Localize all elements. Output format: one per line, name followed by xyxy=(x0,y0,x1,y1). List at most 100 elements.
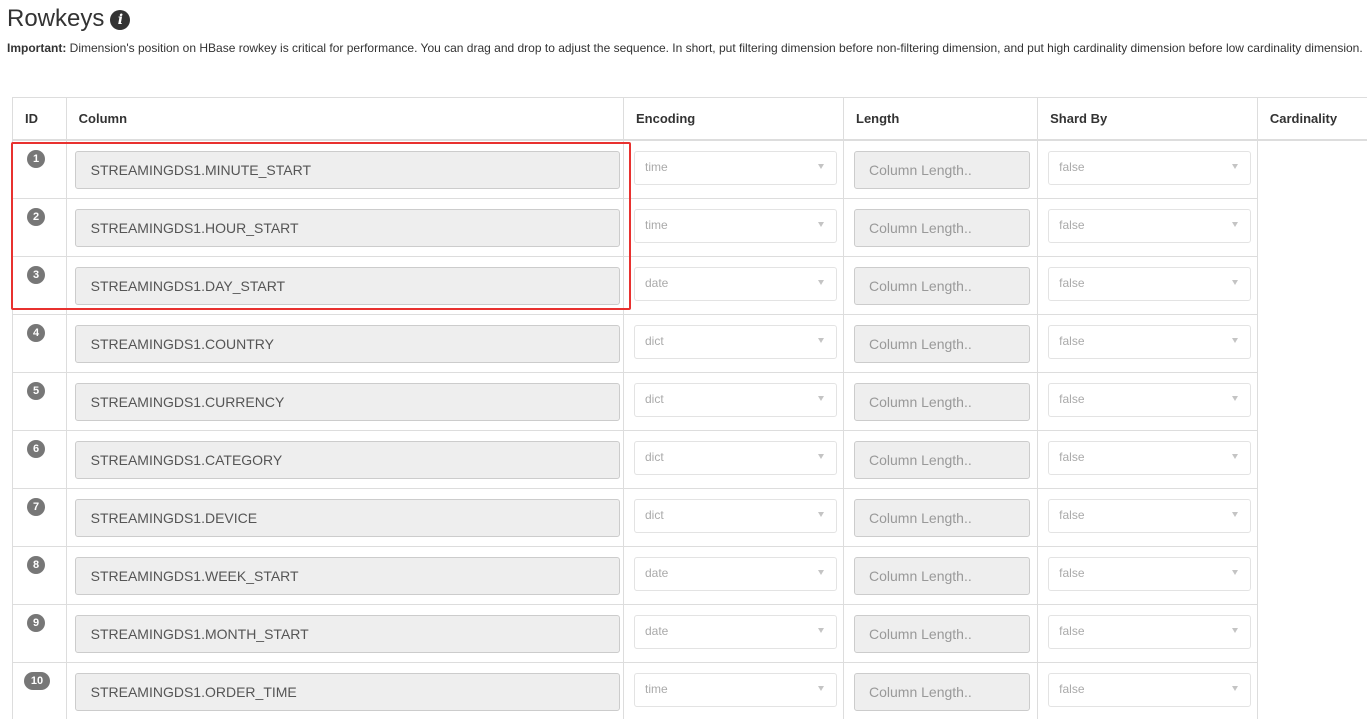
chevron-down-icon xyxy=(817,686,824,691)
column-length-input[interactable]: Column Length.. xyxy=(854,151,1030,189)
chevron-down-icon xyxy=(817,628,824,633)
column-name-field[interactable]: STREAMINGDS1.CURRENCY xyxy=(74,383,620,421)
cardinality-cell xyxy=(1256,546,1367,605)
shard-by-value: false xyxy=(1059,160,1085,174)
column-name-field[interactable]: STREAMINGDS1.COUNTRY xyxy=(74,325,620,363)
chevron-down-icon xyxy=(817,338,824,343)
column-name-field[interactable]: STREAMINGDS1.CATEGORY xyxy=(74,441,620,479)
column-length-input[interactable]: Column Length.. xyxy=(854,325,1030,363)
length-cell: Column Length.. xyxy=(842,430,1038,489)
row-id-badge: 7 xyxy=(27,498,45,516)
column-name-field[interactable]: STREAMINGDS1.ORDER_TIME xyxy=(74,673,620,711)
column-name-field[interactable]: STREAMINGDS1.DEVICE xyxy=(74,499,620,537)
encoding-cell: dict xyxy=(622,314,844,373)
length-cell: Column Length.. xyxy=(842,372,1038,431)
column-name-field[interactable]: STREAMINGDS1.MINUTE_START xyxy=(74,151,620,189)
encoding-select[interactable]: time xyxy=(633,209,837,243)
encoding-select[interactable]: date xyxy=(633,557,837,591)
row-id-badge: 2 xyxy=(27,208,45,226)
shard-by-value: false xyxy=(1059,682,1085,696)
chevron-down-icon xyxy=(817,454,824,459)
id-cell: 2 xyxy=(12,198,67,257)
encoding-cell: time xyxy=(622,662,844,719)
id-cell: 6 xyxy=(12,430,67,489)
column-name-field[interactable]: STREAMINGDS1.MONTH_START xyxy=(74,615,620,653)
table-row[interactable]: 10 STREAMINGDS1.ORDER_TIME time Column Leng… xyxy=(12,662,1367,719)
length-cell: Column Length.. xyxy=(842,604,1038,663)
cardinality-cell xyxy=(1256,314,1367,373)
shard-by-select[interactable]: false xyxy=(1048,267,1252,301)
shard-by-select[interactable]: false xyxy=(1048,673,1252,707)
id-cell: 3 xyxy=(12,256,67,315)
column-length-input[interactable]: Column Length.. xyxy=(854,267,1030,305)
encoding-select[interactable]: dict xyxy=(633,325,837,359)
shard-by-value: false xyxy=(1059,218,1085,232)
shard-by-cell: false xyxy=(1037,430,1258,489)
column-length-input[interactable]: Column Length.. xyxy=(854,557,1030,595)
shard-by-value: false xyxy=(1059,566,1085,580)
encoding-select[interactable]: time xyxy=(633,673,837,707)
encoding-value: time xyxy=(644,160,668,174)
table-row[interactable]: 3 STREAMINGDS1.DAY_START date Column Length… xyxy=(12,256,1367,315)
row-id-badge: 10 xyxy=(24,672,50,690)
shard-by-select[interactable]: false xyxy=(1048,325,1252,359)
table-row[interactable]: 7 STREAMINGDS1.DEVICE dict Column Length.. f… xyxy=(12,488,1367,547)
shard-by-cell: false xyxy=(1037,198,1258,257)
encoding-select[interactable]: dict xyxy=(633,441,837,475)
shard-by-select[interactable]: false xyxy=(1048,383,1252,417)
chevron-down-icon xyxy=(1232,686,1239,691)
chevron-down-icon xyxy=(817,280,824,285)
column-cell: STREAMINGDS1.COUNTRY xyxy=(65,314,624,373)
column-length-input[interactable]: Column Length.. xyxy=(854,615,1030,653)
column-name-field[interactable]: STREAMINGDS1.DAY_START xyxy=(74,267,620,305)
table-row[interactable]: 5 STREAMINGDS1.CURRENCY dict Column Length.… xyxy=(12,372,1367,431)
chevron-down-icon xyxy=(1232,164,1239,169)
row-id-badge: 1 xyxy=(27,150,45,168)
cardinality-cell xyxy=(1256,256,1367,315)
table-row[interactable]: 1 STREAMINGDS1.MINUTE_START time Column Len… xyxy=(12,139,1367,199)
column-name-field[interactable]: STREAMINGDS1.WEEK_START xyxy=(74,557,620,595)
shard-by-select[interactable]: false xyxy=(1048,557,1252,591)
table-row[interactable]: 8 STREAMINGDS1.WEEK_START date Column Lengt… xyxy=(12,546,1367,605)
encoding-select[interactable]: date xyxy=(633,615,837,649)
encoding-value: dict xyxy=(644,334,664,348)
encoding-select[interactable]: date xyxy=(633,267,837,301)
shard-by-cell: false xyxy=(1037,372,1258,431)
chevron-down-icon xyxy=(1232,222,1239,227)
row-id-badge: 3 xyxy=(27,266,45,284)
encoding-cell: time xyxy=(622,198,844,257)
column-length-input[interactable]: Column Length.. xyxy=(854,673,1030,711)
encoding-select[interactable]: dict xyxy=(633,383,837,417)
shard-by-select[interactable]: false xyxy=(1048,615,1252,649)
column-cell: STREAMINGDS1.WEEK_START xyxy=(65,546,624,605)
id-cell: 8 xyxy=(12,546,67,605)
column-cell: STREAMINGDS1.ORDER_TIME xyxy=(65,662,624,719)
table-row[interactable]: 6 STREAMINGDS1.CATEGORY dict Column Length.… xyxy=(12,430,1367,489)
cardinality-cell xyxy=(1256,430,1367,489)
column-length-input[interactable]: Column Length.. xyxy=(854,499,1030,537)
id-cell: 1 xyxy=(12,139,67,199)
cardinality-cell xyxy=(1256,662,1367,719)
shard-by-select[interactable]: false xyxy=(1048,441,1252,475)
column-length-input[interactable]: Column Length.. xyxy=(854,209,1030,247)
table-row[interactable]: 2 STREAMINGDS1.HOUR_START time Column Lengt… xyxy=(12,198,1367,257)
column-length-input[interactable]: Column Length.. xyxy=(854,441,1030,479)
column-name-field[interactable]: STREAMINGDS1.HOUR_START xyxy=(74,209,620,247)
id-cell: 10 xyxy=(12,662,67,719)
row-id-badge: 9 xyxy=(27,614,45,632)
shard-by-select[interactable]: false xyxy=(1048,151,1252,185)
shard-by-select[interactable]: false xyxy=(1048,209,1252,243)
encoding-cell: date xyxy=(622,604,844,663)
column-cell: STREAMINGDS1.CATEGORY xyxy=(65,430,624,489)
column-length-input[interactable]: Column Length.. xyxy=(854,383,1030,421)
id-cell: 5 xyxy=(12,372,67,431)
shard-by-value: false xyxy=(1059,276,1085,290)
table-row[interactable]: 9 STREAMINGDS1.MONTH_START date Column Leng… xyxy=(12,604,1367,663)
encoding-select[interactable]: time xyxy=(633,151,837,185)
shard-by-select[interactable]: false xyxy=(1048,499,1252,533)
table-row[interactable]: 4 STREAMINGDS1.COUNTRY dict Column Length..… xyxy=(12,314,1367,373)
info-circle-icon[interactable]: i xyxy=(110,10,131,30)
chevron-down-icon xyxy=(1232,512,1239,517)
encoding-select[interactable]: dict xyxy=(633,499,837,533)
header-length: Length xyxy=(842,97,1038,141)
